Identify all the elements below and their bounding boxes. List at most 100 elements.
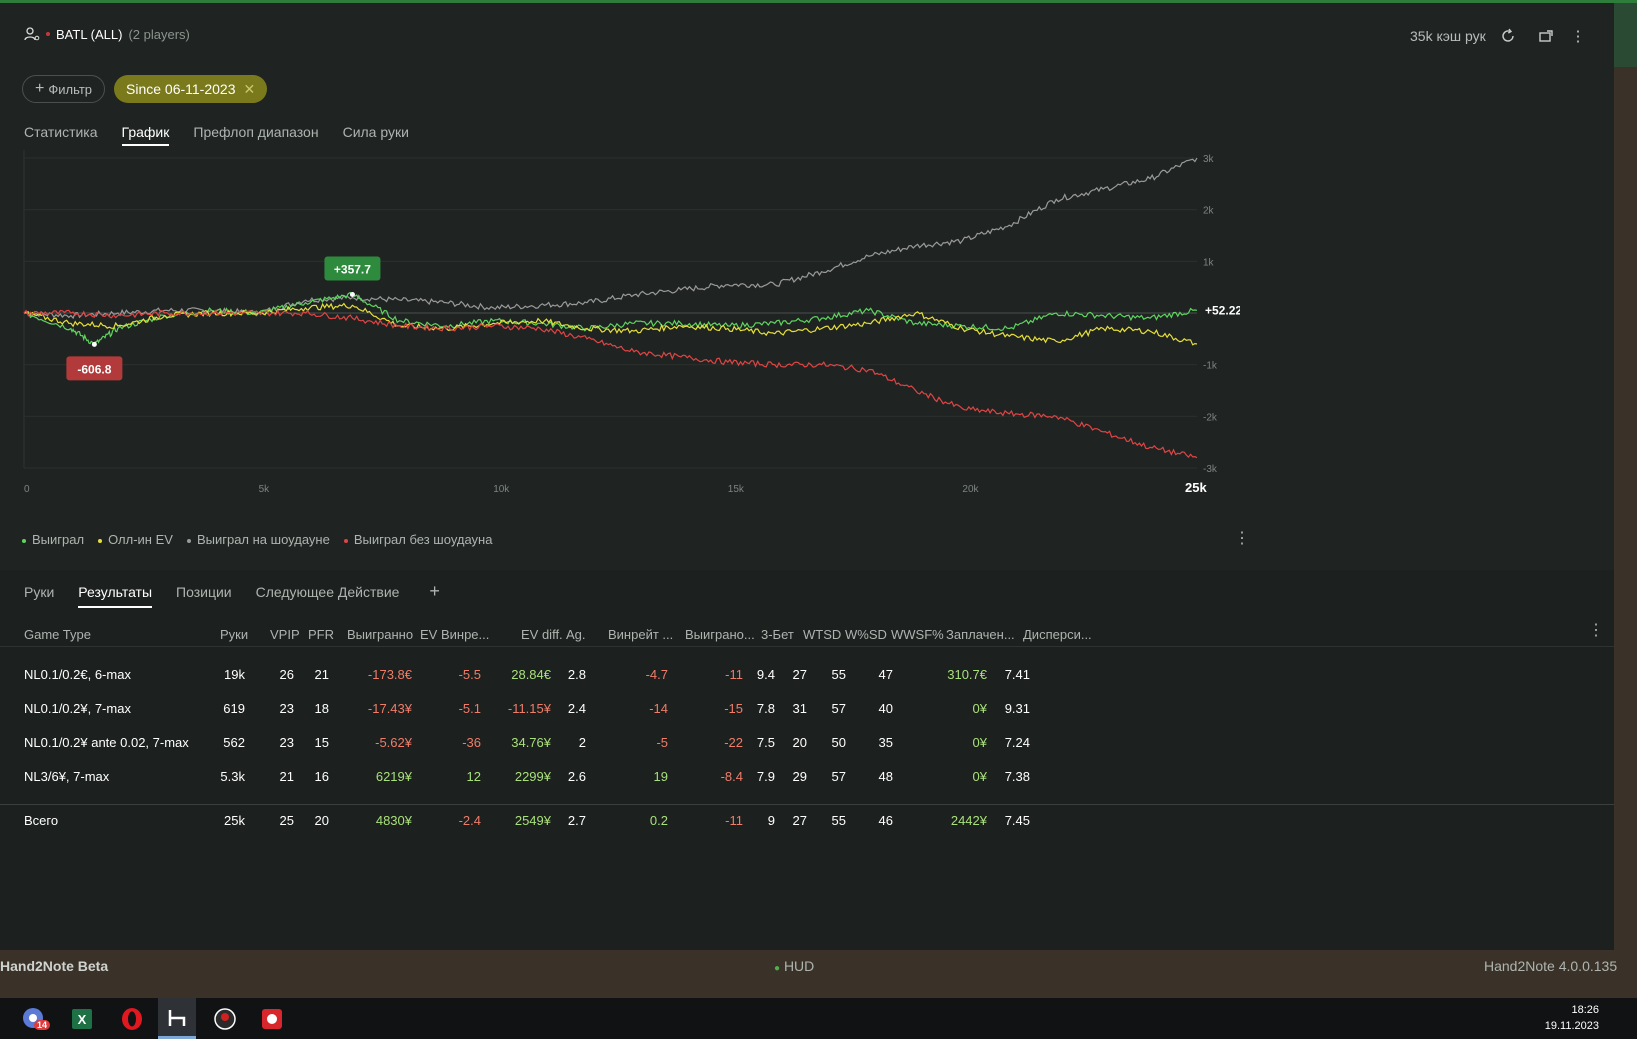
col-ev-winrate[interactable]: EV Винре... <box>420 627 489 642</box>
opera-icon[interactable] <box>116 1004 148 1034</box>
cell-hands: 5.3k <box>220 769 245 784</box>
tab-positions[interactable]: Позиции <box>164 584 244 608</box>
col-rake-paid[interactable]: Заплачен... <box>946 627 1015 642</box>
cell-won: -5.62¥ <box>375 735 412 750</box>
cell-ev-winrate: 12 <box>466 769 481 784</box>
col-winrate[interactable]: Винрейт ... <box>608 627 673 642</box>
cell-wwsf: 48 <box>878 769 893 784</box>
cell-3bet: 9 <box>767 813 775 828</box>
user-settings-icon <box>24 27 40 41</box>
player-header[interactable]: BATL (ALL) (2 players) <box>24 26 190 42</box>
min-point <box>91 341 97 347</box>
cell-game-type[interactable]: Всего <box>24 813 58 828</box>
col-vpip[interactable]: VPIP <box>270 627 300 642</box>
excel-icon[interactable]: X <box>66 1004 98 1034</box>
cell-hands: 19k <box>224 667 245 682</box>
pokerstars-icon[interactable] <box>256 1004 288 1034</box>
x-tick-label: 5k <box>259 484 271 495</box>
col-won[interactable]: Выигранно <box>347 627 413 642</box>
tab-hand-strength[interactable]: Сила руки <box>331 124 421 146</box>
plus-icon: + <box>35 80 45 97</box>
cell-winrate: -14 <box>649 701 668 716</box>
cell-hands: 25k <box>224 813 245 828</box>
cell-wwsf: 46 <box>878 813 893 828</box>
col-pfr[interactable]: PFR <box>308 627 334 642</box>
cell-pfr: 20 <box>314 813 329 828</box>
legend-label: Выиграл на шоудауне <box>196 532 330 547</box>
add-tab-icon[interactable]: + <box>411 581 452 608</box>
tab-graph[interactable]: График <box>110 124 182 146</box>
cell-game-type[interactable]: NL0.1/0.2¥, 7-max <box>24 701 131 716</box>
cell-wsd: 55 <box>831 813 846 828</box>
col-wwsf[interactable]: WWSF% <box>891 627 944 642</box>
cell-won-bb: -15 <box>724 701 743 716</box>
cell-vpip: 23 <box>279 701 294 716</box>
cell-wtsd: 27 <box>792 813 807 828</box>
cell-wsd: 57 <box>831 701 846 716</box>
player-name[interactable]: BATL (ALL) <box>56 27 122 42</box>
refresh-icon[interactable] <box>1498 26 1518 46</box>
cell-vpip: 26 <box>279 667 294 682</box>
tab-statistics[interactable]: Статистика <box>12 124 110 146</box>
cell-aggression: 2.7 <box>567 813 586 828</box>
tab-hands[interactable]: Руки <box>12 584 66 608</box>
sub-tabs: Руки Результаты Позиции Следующее Действ… <box>12 581 452 608</box>
tab-next-action[interactable]: Следующее Действие <box>244 584 412 608</box>
popout-icon[interactable] <box>1536 26 1556 46</box>
clock[interactable]: 18:26 19.11.2023 <box>1545 1002 1599 1034</box>
hand2note-icon[interactable] <box>158 998 196 1038</box>
table-more-icon[interactable]: ⋮ <box>1588 620 1604 640</box>
col-wsd[interactable]: W%SD <box>845 627 887 642</box>
y-tick-label: 2k <box>1203 206 1215 217</box>
cell-game-type[interactable]: NL3/6¥, 7-max <box>24 769 109 784</box>
results-chart[interactable]: 3k 2k 1k -1k -2k -3k 0 5k 10k 15k 20k 25k +357.7 -606… <box>0 150 1240 550</box>
cell-winrate: 0.2 <box>649 813 668 828</box>
add-filter-label: Фильтр <box>48 81 93 97</box>
x-tick-label: 10k <box>493 484 510 495</box>
date-filter-chip[interactable]: Since 06-11-2023 ✕ <box>114 75 268 103</box>
col-wtsd[interactable]: WTSD <box>803 627 841 642</box>
col-ev-diff[interactable]: EV diff. <box>521 627 563 642</box>
cell-variance: 7.41 <box>1004 667 1030 682</box>
app-name: Hand2Note Beta <box>0 958 109 974</box>
add-filter-button[interactable]: + Фильтр <box>22 75 106 103</box>
cell-ev-winrate: -36 <box>462 735 481 750</box>
legend-item-allin-ev[interactable]: Олл-ин EV <box>98 532 173 547</box>
close-icon[interactable]: ✕ <box>243 81 255 98</box>
y-tick-label: -3k <box>1203 464 1218 475</box>
poker-client-icon[interactable] <box>209 1004 241 1034</box>
cell-ev-winrate: -2.4 <box>458 813 481 828</box>
cell-wtsd: 20 <box>792 735 807 750</box>
tab-preflop-range[interactable]: Префлоп диапазон <box>181 124 330 146</box>
legend-item-showdown[interactable]: Выиграл на шоудауне <box>186 532 330 547</box>
hands-cache-label[interactable]: 35k кэш рук <box>1410 28 1486 44</box>
x-tick-label: 25k <box>1185 480 1207 495</box>
col-game-type[interactable]: Game Type <box>24 627 91 642</box>
series-line <box>23 157 1198 320</box>
col-3bet[interactable]: 3-Бет <box>761 627 794 642</box>
cell-variance: 7.38 <box>1004 769 1030 784</box>
col-variance[interactable]: Дисперси... <box>1023 627 1092 642</box>
cell-game-type[interactable]: NL0.1/0.2€, 6-max <box>24 667 131 682</box>
more-menu-icon[interactable]: ⋮ <box>1568 26 1588 46</box>
taskbar: 14 X <box>0 998 1637 1039</box>
legend-item-won[interactable]: Выиграл <box>22 532 84 547</box>
x-tick-label: 15k <box>728 484 745 495</box>
cell-game-type[interactable]: NL0.1/0.2¥ ante 0.02, 7-max <box>24 735 189 750</box>
cell-pfr: 21 <box>314 667 329 682</box>
col-aggression[interactable]: Ag. <box>566 627 586 642</box>
date-filter-label: Since 06-11-2023 <box>126 81 236 97</box>
messenger-icon[interactable]: 14 <box>18 1004 51 1034</box>
hud-toggle[interactable]: ● HUD <box>774 958 814 974</box>
tab-results[interactable]: Результаты <box>66 584 164 608</box>
legend-item-non-showdown[interactable]: Выиграл без шоудауна <box>343 532 492 547</box>
cell-winrate: 19 <box>653 769 668 784</box>
y-tick-label: -2k <box>1203 412 1218 423</box>
legend-dot <box>186 538 191 543</box>
cell-won-bb: -11 <box>725 813 743 828</box>
cell-variance: 7.24 <box>1004 735 1030 750</box>
chart-more-icon[interactable]: ⋮ <box>1234 528 1250 548</box>
col-hands[interactable]: Руки <box>220 627 248 642</box>
max-label: +357.7 <box>334 263 371 277</box>
col-won-bb[interactable]: Выиграно... <box>685 627 755 642</box>
